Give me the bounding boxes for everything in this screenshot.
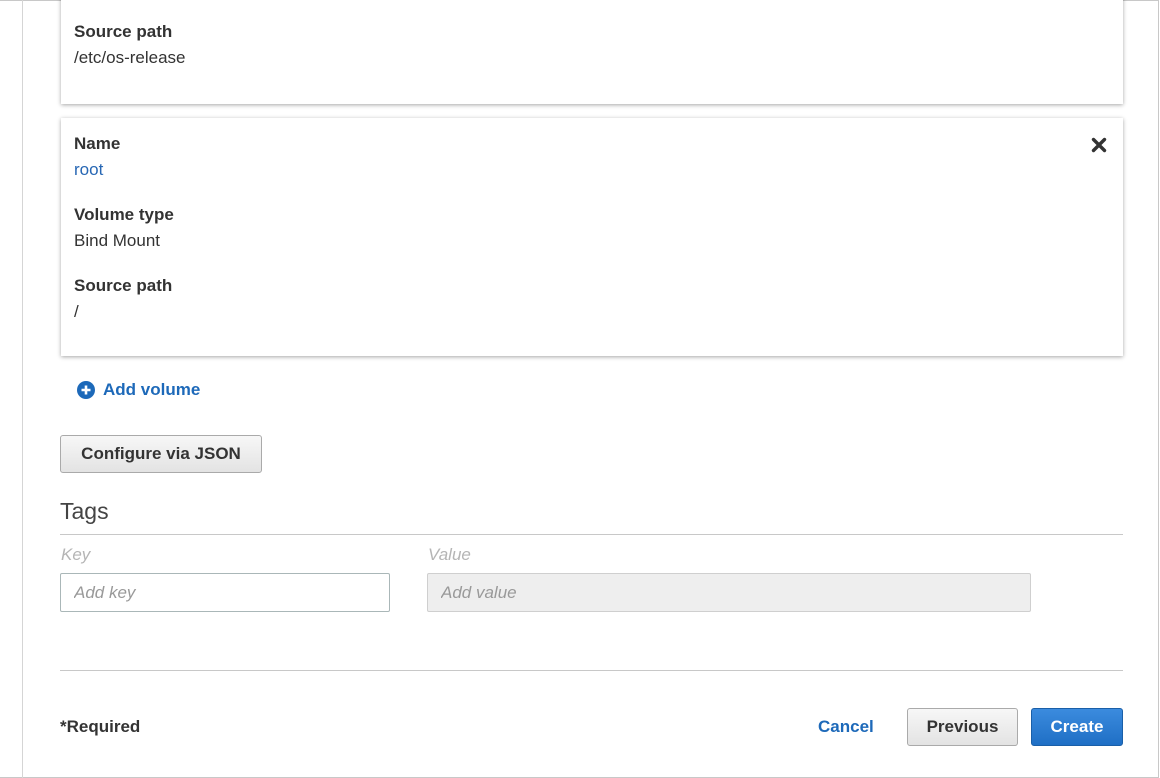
name-label: Name: [74, 134, 121, 153]
tag-key-input[interactable]: [60, 573, 390, 612]
volume-type-label: Volume type: [74, 205, 174, 224]
tags-divider: [60, 534, 1123, 535]
close-x-icon[interactable]: [1091, 137, 1107, 153]
add-volume-link[interactable]: Add volume: [77, 379, 200, 401]
configure-via-json-button[interactable]: Configure via JSON: [60, 435, 262, 473]
footer-divider: [60, 670, 1123, 671]
cancel-button[interactable]: Cancel: [818, 717, 874, 737]
source-path-label: Source path: [74, 276, 173, 295]
source-path-value: /: [74, 302, 79, 321]
plus-circle-icon: [77, 381, 95, 399]
source-path-value: /etc/os-release: [74, 48, 186, 67]
value-column-header: Value: [428, 545, 471, 564]
previous-button[interactable]: Previous: [907, 708, 1018, 746]
create-button[interactable]: Create: [1031, 708, 1123, 746]
volume-card: Source path /etc/os-release: [61, 0, 1123, 104]
source-path-label: Source path: [74, 22, 173, 41]
key-column-header: Key: [61, 545, 91, 564]
tags-heading: Tags: [60, 498, 109, 524]
add-volume-label: Add volume: [103, 380, 201, 399]
tag-value-input[interactable]: [427, 573, 1031, 612]
required-note: *Required: [60, 717, 141, 736]
volume-card: Name root Volume type Bind Mount Source …: [61, 118, 1123, 356]
left-border: [22, 0, 23, 778]
name-value: root: [74, 160, 104, 179]
volume-type-value: Bind Mount: [74, 231, 160, 250]
